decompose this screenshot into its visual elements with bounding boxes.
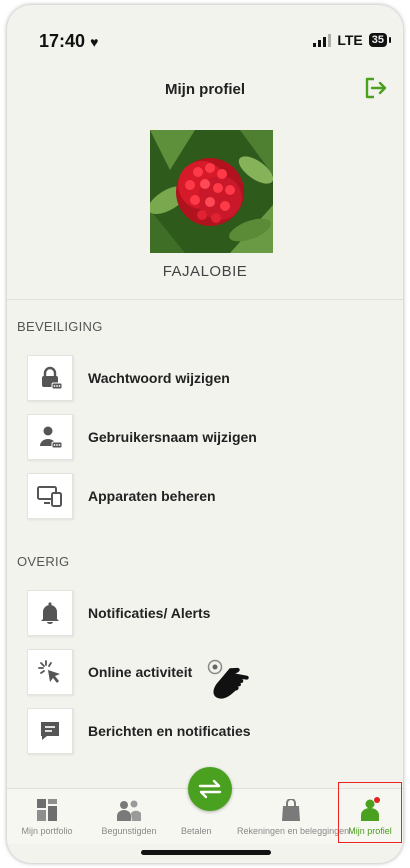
logout-icon[interactable] (363, 75, 389, 101)
nav-label: Begunstigden (101, 826, 157, 836)
hand-pointer-icon (207, 659, 249, 699)
menu-item-label: Gebruikersnaam wijzigen (88, 429, 257, 445)
status-right: LTE 35 (313, 32, 392, 48)
message-icon (27, 708, 73, 754)
profile-username: FAJALOBIE (162, 263, 248, 280)
menu-item-change-username[interactable]: Gebruikersnaam wijzigen (27, 412, 393, 462)
menu-item-label: Online activiteit (88, 664, 193, 680)
devices-icon (27, 473, 73, 519)
menu-item-label: Notificaties/ Alerts (88, 605, 211, 621)
menu-item-label: Apparaten beheren (88, 488, 216, 504)
user-key-icon (27, 414, 73, 460)
nav-label: Rekeningen en beleggingen (237, 826, 350, 836)
transfer-icon (198, 779, 222, 799)
nav-item-accounts-investments[interactable]: Rekeningen en beleggingen (237, 789, 350, 844)
phone-screen: 17:40 ♥ LTE 35 Mijn profiel FAJALOBIE BE (7, 5, 403, 863)
menu-item-label: Berichten en notificaties (88, 723, 251, 739)
heart-icon: ♥ (90, 34, 99, 50)
menu-item-label: Wachtwoord wijzigen (88, 370, 230, 386)
section-label-security: BEVEILIGING (17, 319, 103, 334)
menu-item-change-password[interactable]: Wachtwoord wijzigen (27, 353, 393, 403)
nav-item-portfolio[interactable]: Mijn portfolio (7, 789, 87, 844)
lock-icon (27, 355, 73, 401)
menu-item-messages-notifications[interactable]: Berichten en notificaties (27, 706, 393, 756)
pay-button[interactable] (188, 767, 232, 811)
beneficiaries-icon (117, 800, 141, 821)
portfolio-icon (37, 799, 57, 821)
nav-item-beneficiaries[interactable]: Begunstigden (91, 789, 167, 844)
section-label-other: OVERIG (17, 554, 70, 569)
divider (7, 299, 403, 300)
cursor-click-icon (27, 649, 73, 695)
status-bar: 17:40 ♥ LTE 35 (7, 5, 403, 71)
avatar[interactable] (150, 130, 273, 253)
battery-icon: 35 (368, 33, 392, 47)
active-tab-highlight (338, 782, 402, 843)
header: Mijn profiel (7, 75, 403, 105)
signal-icon (313, 33, 332, 47)
bell-icon (27, 590, 73, 636)
page-title: Mijn profiel (165, 81, 245, 98)
menu-item-notifications-alerts[interactable]: Notificaties/ Alerts (27, 588, 393, 638)
network-label: LTE (337, 32, 363, 48)
menu-item-manage-devices[interactable]: Apparaten beheren (27, 471, 393, 521)
nav-label: Betalen (181, 826, 212, 836)
nav-label: Mijn portfolio (21, 826, 73, 836)
status-time: 17:40 ♥ (39, 31, 99, 51)
home-indicator[interactable] (141, 850, 271, 855)
bag-icon (282, 799, 300, 821)
